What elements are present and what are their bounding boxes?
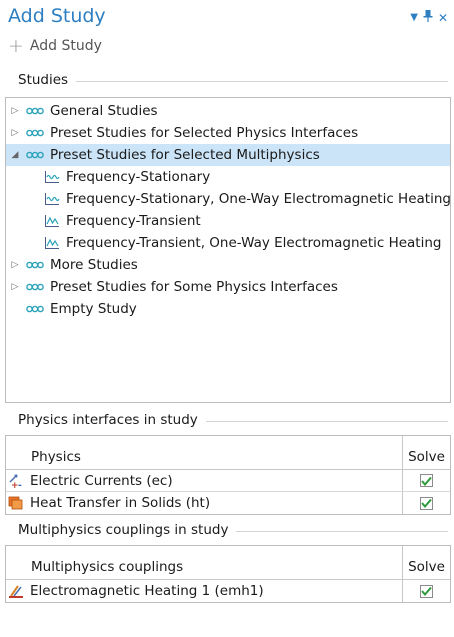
tree-item-label: General Studies bbox=[50, 103, 158, 119]
row-name: Electric Currents (ec) bbox=[30, 472, 173, 489]
tree-item-label: Preset Studies for Selected Multiphysics bbox=[50, 147, 320, 163]
studies-section-label: Studies bbox=[18, 72, 69, 88]
solve-column-header[interactable]: Solve bbox=[402, 436, 450, 469]
row-name: Electromagnetic Heating 1 (emh1) bbox=[30, 583, 264, 599]
frequency-stationary-icon bbox=[44, 192, 60, 206]
row-name-cell: Heat Transfer in Solids (ht) bbox=[6, 492, 402, 514]
studies-tree[interactable]: ▷ General Studies ▷ Preset Studies for Sele… bbox=[5, 97, 451, 403]
expanded-arrow-icon[interactable]: ◢ bbox=[8, 150, 22, 160]
heat-transfer-icon bbox=[8, 496, 24, 510]
tree-item-label: Empty Study bbox=[50, 301, 137, 317]
tree-item[interactable]: ▷ General Studies bbox=[6, 100, 450, 122]
physics-table-header: Physics Solve bbox=[6, 436, 450, 470]
tree-item-label: Frequency-Stationary bbox=[66, 169, 211, 185]
electromagnetic-heating-icon bbox=[8, 583, 24, 599]
solve-checkbox[interactable] bbox=[420, 584, 433, 598]
tree-item[interactable]: Empty Study bbox=[6, 298, 450, 320]
window-title-bar: Add Study ▼ ✕ bbox=[0, 0, 454, 36]
study-icon bbox=[26, 260, 44, 270]
row-name-cell: + - Electric Currents (ec) bbox=[6, 470, 402, 491]
checkmark-icon bbox=[421, 498, 432, 508]
table-row[interactable]: Heat Transfer in Solids (ht) bbox=[6, 492, 450, 514]
studies-section-header: Studies bbox=[6, 70, 448, 90]
physics-section-header: Physics interfaces in study bbox=[6, 410, 448, 430]
physics-table: Physics Solve + - Electric Currents (ec) He… bbox=[5, 435, 451, 515]
svg-text:-: - bbox=[18, 481, 22, 489]
dropdown-menu-icon[interactable]: ▼ bbox=[410, 12, 418, 24]
solve-cell bbox=[402, 580, 450, 602]
tree-item-label: Frequency-Stationary, One-Way Electromag… bbox=[66, 191, 451, 207]
row-name-cell: Electromagnetic Heating 1 (emh1) bbox=[6, 580, 402, 602]
checkmark-icon bbox=[421, 586, 432, 596]
table-row[interactable]: + - Electric Currents (ec) bbox=[6, 470, 450, 492]
multiphysics-column-header[interactable]: Multiphysics couplings bbox=[6, 546, 402, 579]
add-study-label: Add Study bbox=[29, 38, 102, 54]
collapsed-arrow-icon[interactable]: ▷ bbox=[8, 282, 22, 292]
tree-item[interactable]: Frequency-Stationary bbox=[6, 166, 450, 188]
solve-cell bbox=[402, 470, 450, 491]
plus-icon: + bbox=[8, 35, 24, 57]
close-icon[interactable]: ✕ bbox=[438, 12, 448, 24]
tree-item-label: Preset Studies for Selected Physics Inte… bbox=[50, 125, 359, 141]
checkmark-icon bbox=[421, 476, 432, 486]
add-study-button[interactable]: + Add Study bbox=[8, 36, 102, 56]
tree-item-label: Frequency-Transient, One-Way Electromagn… bbox=[66, 235, 442, 251]
study-icon bbox=[26, 128, 44, 138]
tree-item[interactable]: Frequency-Stationary, One-Way Electromag… bbox=[6, 188, 451, 210]
tree-item[interactable]: ▷ Preset Studies for Some Physics Interfa… bbox=[6, 276, 450, 298]
collapsed-arrow-icon[interactable]: ▷ bbox=[8, 260, 22, 270]
multiphysics-table: Multiphysics couplings Solve Electromagn… bbox=[5, 545, 451, 603]
collapsed-arrow-icon[interactable]: ▷ bbox=[8, 128, 22, 138]
study-icon bbox=[26, 304, 44, 314]
tree-item-label: More Studies bbox=[50, 257, 138, 273]
study-icon bbox=[26, 106, 44, 116]
physics-section-label: Physics interfaces in study bbox=[18, 412, 198, 428]
tree-item-label: Frequency-Transient bbox=[66, 213, 201, 229]
divider bbox=[76, 80, 448, 82]
multiphysics-table-header: Multiphysics couplings Solve bbox=[6, 546, 450, 580]
pin-icon[interactable] bbox=[423, 10, 433, 26]
multiphysics-section-label: Multiphysics couplings in study bbox=[18, 522, 229, 538]
study-icon bbox=[26, 282, 44, 292]
frequency-stationary-icon bbox=[44, 170, 60, 184]
solve-cell bbox=[402, 492, 450, 514]
tree-item[interactable]: ▷ More Studies bbox=[6, 254, 450, 276]
study-icon bbox=[26, 150, 44, 160]
collapsed-arrow-icon[interactable]: ▷ bbox=[8, 106, 22, 116]
divider bbox=[236, 530, 448, 532]
multiphysics-section-header: Multiphysics couplings in study bbox=[6, 520, 448, 540]
solve-column-header[interactable]: Solve bbox=[402, 546, 450, 579]
electric-currents-icon: + - bbox=[8, 473, 24, 489]
table-row[interactable]: Electromagnetic Heating 1 (emh1) bbox=[6, 580, 450, 602]
solve-checkbox[interactable] bbox=[420, 474, 433, 487]
tree-item[interactable]: Frequency-Transient, One-Way Electromagn… bbox=[6, 232, 450, 254]
tree-item[interactable]: ◢ Preset Studies for Selected Multiphysic… bbox=[6, 144, 450, 166]
window-title: Add Study bbox=[8, 5, 106, 27]
row-name: Heat Transfer in Solids (ht) bbox=[30, 495, 211, 511]
frequency-transient-icon bbox=[44, 236, 60, 250]
tree-item[interactable]: Frequency-Transient bbox=[6, 210, 450, 232]
divider bbox=[205, 420, 448, 422]
tree-item[interactable]: ▷ Preset Studies for Selected Physics Int… bbox=[6, 122, 450, 144]
tree-item-label: Preset Studies for Some Physics Interfac… bbox=[50, 279, 338, 295]
frequency-transient-icon bbox=[44, 214, 60, 228]
solve-checkbox[interactable] bbox=[420, 496, 433, 510]
title-tools: ▼ ✕ bbox=[410, 10, 448, 26]
physics-column-header[interactable]: Physics bbox=[6, 436, 402, 469]
